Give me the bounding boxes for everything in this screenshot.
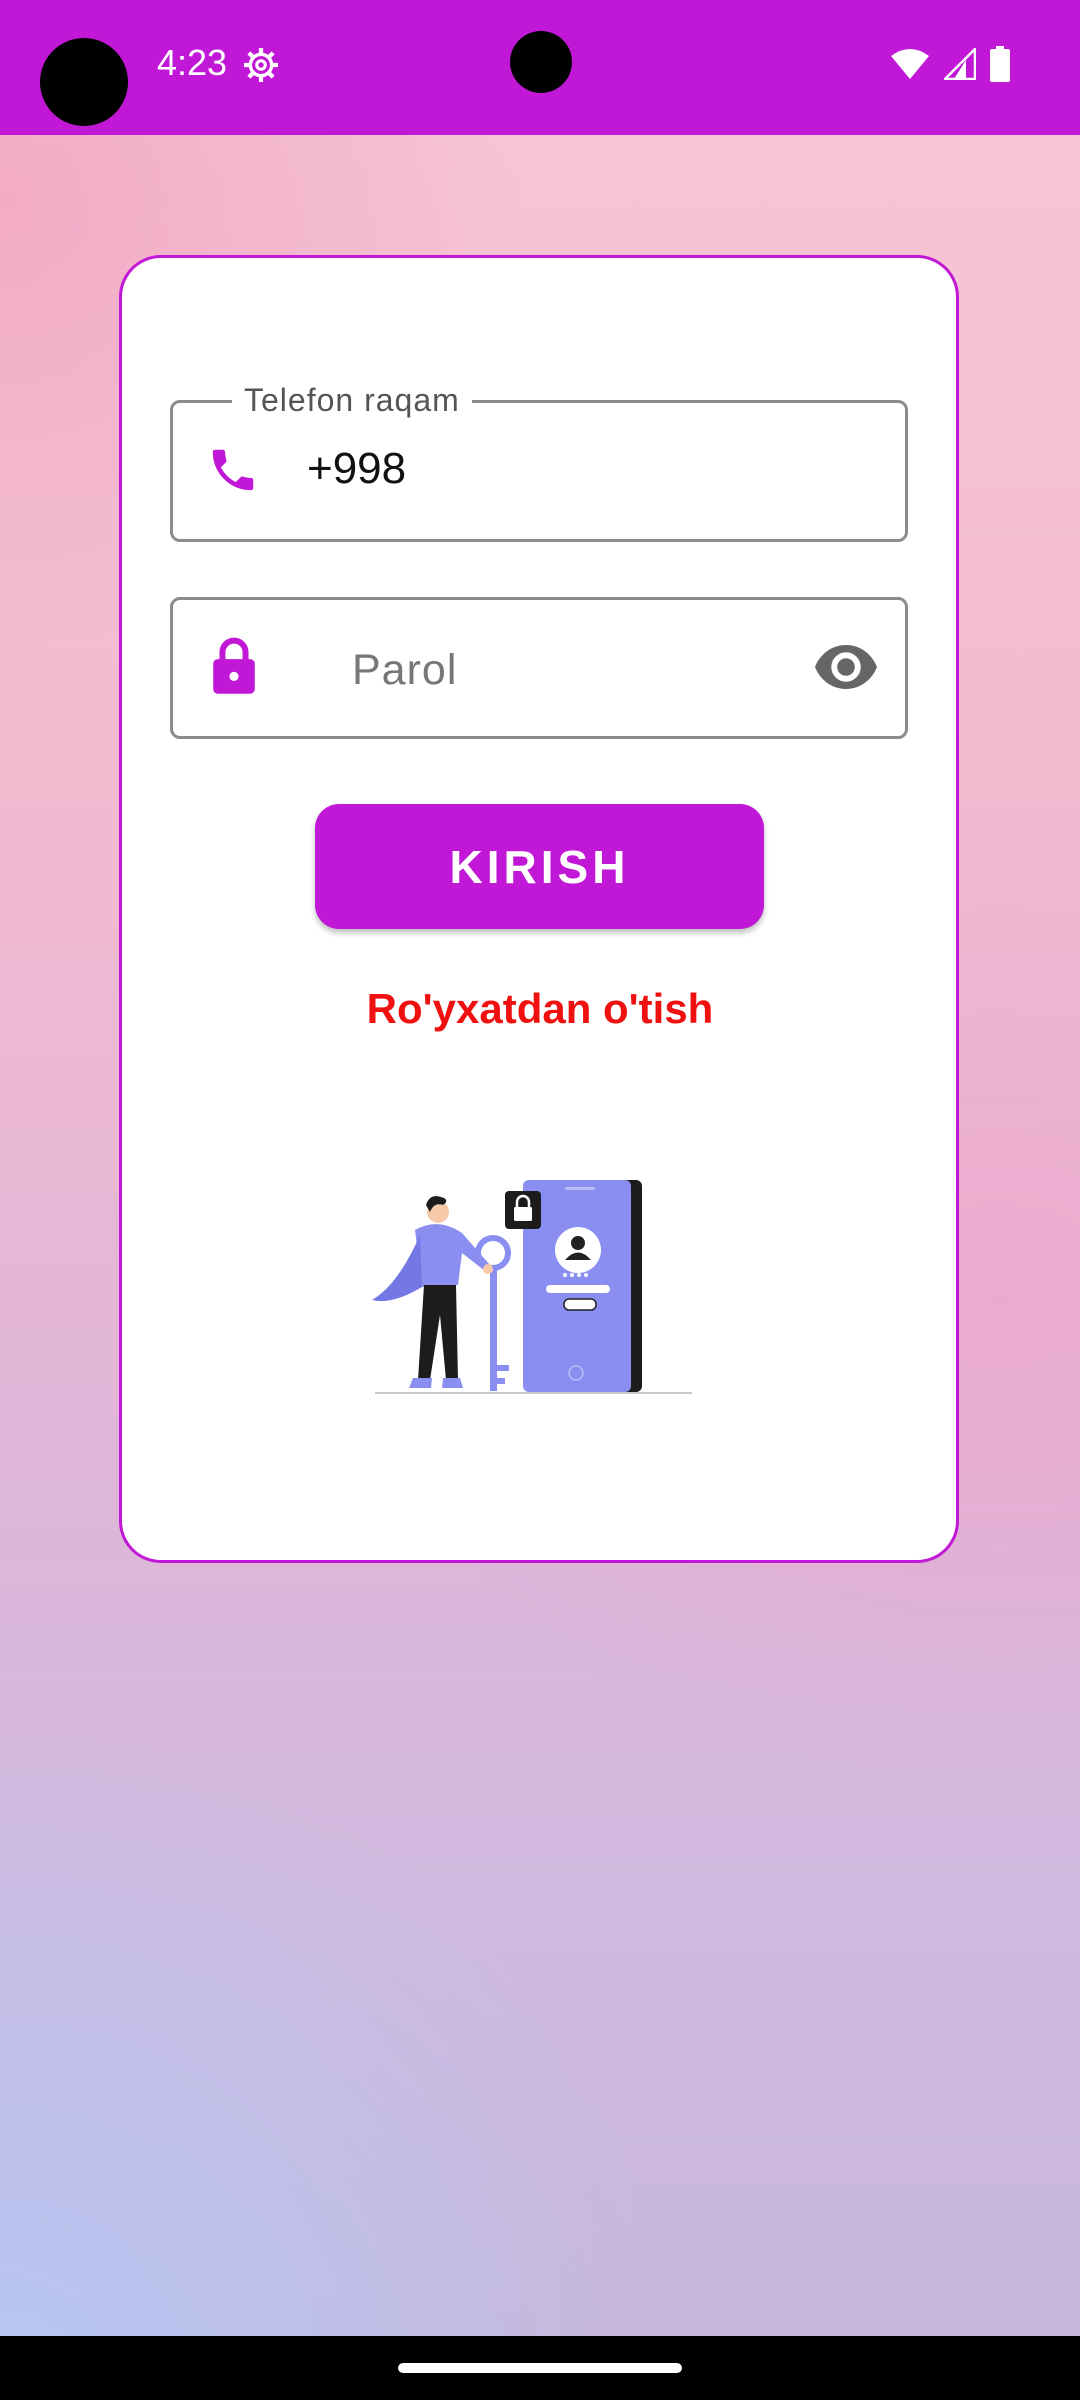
login-button[interactable]: KIRISH — [315, 804, 764, 929]
status-time: 4:23 — [157, 42, 228, 83]
password-input[interactable] — [350, 636, 774, 704]
register-link[interactable]: Ro'yxatdan o'tish — [0, 985, 1080, 1033]
phone-field[interactable] — [170, 400, 908, 542]
phone-field-label: Telefon raqam — [232, 382, 472, 419]
settings-gear-icon — [244, 48, 278, 82]
battery-icon — [990, 46, 1010, 82]
camera-cutout-left — [40, 38, 128, 126]
camera-cutout-center — [510, 31, 572, 93]
cellular-signal-icon — [944, 48, 976, 80]
phone-icon — [212, 449, 254, 491]
phone-input-value[interactable]: +998 — [307, 444, 406, 494]
eye-icon[interactable] — [815, 645, 877, 689]
home-gesture-handle[interactable] — [398, 2363, 682, 2373]
lock-icon — [213, 637, 255, 694]
wifi-icon — [891, 49, 929, 79]
login-key-phone-illustration — [372, 1180, 692, 1394]
